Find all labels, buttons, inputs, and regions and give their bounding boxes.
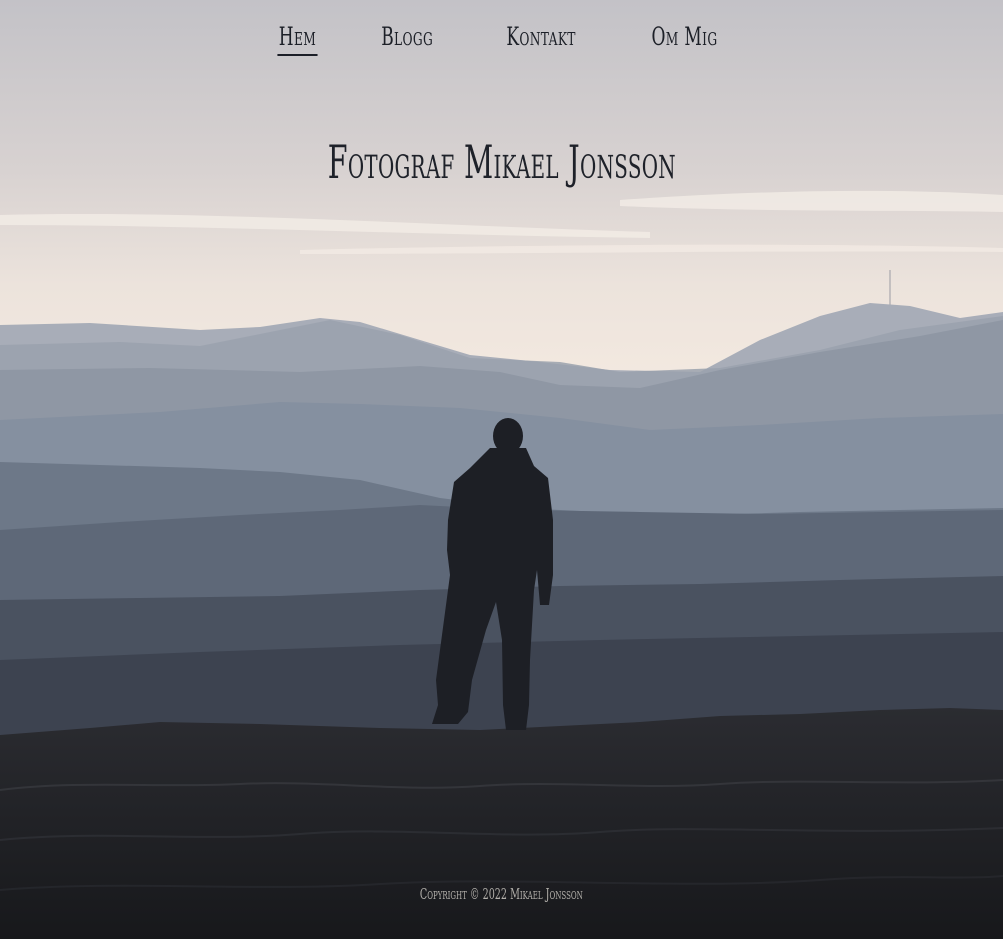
footer: Copyright © 2022 Mikael Jonsson (0, 884, 1003, 903)
hero-title-container: Fotograf Mikael Jonsson (0, 135, 1003, 189)
nav-link-om-mig[interactable]: Om Mig (650, 22, 719, 56)
nav-link-kontakt[interactable]: Kontakt (505, 22, 577, 56)
rocky-ground (0, 708, 1003, 939)
nav-link-blogg[interactable]: Blogg (380, 22, 435, 56)
main-navigation: Hem Blogg Kontakt Om Mig (0, 22, 1003, 56)
copyright-text: Copyright © 2022 Mikael Jonsson (420, 885, 583, 903)
nav-link-hem[interactable]: Hem (277, 22, 318, 56)
page-title: Fotograf Mikael Jonsson (327, 135, 676, 189)
